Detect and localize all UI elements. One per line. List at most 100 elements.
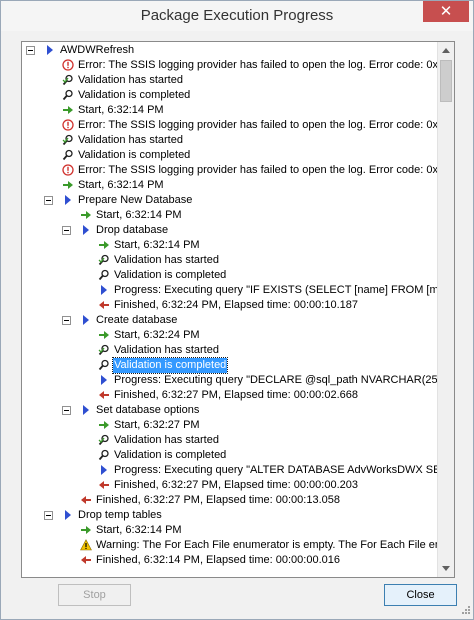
- error-icon: [62, 164, 74, 176]
- finished-arrow-icon: [98, 389, 110, 401]
- tree-row[interactable]: Validation has started: [22, 433, 438, 448]
- tree-row[interactable]: Validation is completed: [22, 448, 438, 463]
- tree-row[interactable]: Validation has started: [22, 73, 438, 88]
- finished-arrow-icon: [98, 299, 110, 311]
- tree-row[interactable]: Validation has started: [22, 343, 438, 358]
- task-arrow-icon: [80, 314, 92, 326]
- tree-row[interactable]: Progress: Executing query "IF EXISTS (SE…: [22, 283, 438, 298]
- warning-icon: [80, 539, 92, 551]
- tree-row[interactable]: Start, 6:32:27 PM: [22, 418, 438, 433]
- tree-row[interactable]: Start, 6:32:14 PM: [22, 208, 438, 223]
- tree-row[interactable]: Create database: [22, 313, 438, 328]
- tree-row[interactable]: Start, 6:32:14 PM: [22, 238, 438, 253]
- resize-grip-icon[interactable]: [459, 605, 471, 617]
- tree-row-label: Progress: Executing query "DECLARE @sql_…: [114, 374, 438, 386]
- validation-start-icon: [98, 434, 110, 446]
- tree-row-label: Progress: Executing query "ALTER DATABAS…: [114, 464, 438, 476]
- tree-row[interactable]: Warning: The For Each File enumerator is…: [22, 538, 438, 553]
- tree-row[interactable]: Validation has started: [22, 253, 438, 268]
- collapse-toggle-icon[interactable]: [44, 511, 53, 520]
- tree-row[interactable]: Drop database: [22, 223, 438, 238]
- tree-row[interactable]: Prepare New Database: [22, 193, 438, 208]
- start-arrow-icon: [62, 179, 74, 191]
- tree-row[interactable]: Error: The SSIS logging provider has fai…: [22, 118, 438, 133]
- tree-row-label: Drop database: [96, 224, 169, 236]
- tree-row-label: Validation has started: [78, 134, 183, 146]
- start-arrow-icon: [98, 329, 110, 341]
- validation-complete-icon: [98, 269, 110, 281]
- tree-row-label: Validation is completed: [114, 269, 227, 281]
- tree-row[interactable]: Set database options: [22, 403, 438, 418]
- window-close-button[interactable]: ✕: [423, 1, 469, 22]
- collapse-toggle-icon[interactable]: [62, 316, 71, 325]
- tree-row[interactable]: Validation is completed: [22, 88, 438, 103]
- error-icon: [62, 59, 74, 71]
- collapse-toggle-icon[interactable]: [62, 226, 71, 235]
- tree-row-label: Validation is completed: [114, 449, 227, 461]
- tree-row[interactable]: Validation has started: [22, 133, 438, 148]
- tree-row[interactable]: Drop temp tables: [22, 508, 438, 523]
- title-bar: Package Execution Progress ✕: [1, 1, 473, 31]
- tree-row[interactable]: Finished, 6:32:27 PM, Elapsed time: 00:0…: [22, 493, 438, 508]
- finished-arrow-icon: [80, 494, 92, 506]
- tree-row-label: Validation has started: [114, 254, 219, 266]
- tree-row[interactable]: Error: The SSIS logging provider has fai…: [22, 58, 438, 73]
- finished-arrow-icon: [98, 479, 110, 491]
- package-arrow-icon: [44, 44, 56, 56]
- tree-row-label: Validation is completed: [78, 149, 191, 161]
- validation-complete-icon: [62, 149, 74, 161]
- tree-row-label: Start, 6:32:14 PM: [78, 104, 164, 116]
- window-title: Package Execution Progress: [140, 7, 334, 24]
- stop-button[interactable]: Stop: [58, 584, 131, 606]
- tree-row[interactable]: Validation is completed: [22, 268, 438, 283]
- tree-row[interactable]: Error: The SSIS logging provider has fai…: [22, 163, 438, 178]
- tree-row[interactable]: Finished, 6:32:14 PM, Elapsed time: 00:0…: [22, 553, 438, 568]
- start-arrow-icon: [80, 524, 92, 536]
- close-button[interactable]: Close: [384, 584, 457, 606]
- start-arrow-icon: [98, 239, 110, 251]
- validation-complete-icon: [98, 449, 110, 461]
- tree-row-label: Validation is completed: [78, 89, 191, 101]
- tree-row[interactable]: Finished, 6:32:24 PM, Elapsed time: 00:0…: [22, 298, 438, 313]
- tree-row-label: Finished, 6:32:14 PM, Elapsed time: 00:0…: [96, 554, 340, 566]
- validation-start-icon: [62, 74, 74, 86]
- collapse-toggle-icon[interactable]: [26, 46, 35, 55]
- tree-row-label: Start, 6:32:14 PM: [78, 179, 164, 191]
- tree-row[interactable]: Start, 6:32:14 PM: [22, 523, 438, 538]
- task-arrow-icon: [80, 224, 92, 236]
- tree-row[interactable]: Validation is completed: [22, 357, 438, 374]
- tree-row[interactable]: Progress: Executing query "DECLARE @sql_…: [22, 373, 438, 388]
- tree-row[interactable]: Start, 6:32:24 PM: [22, 328, 438, 343]
- tree-row-label: Finished, 6:32:27 PM, Elapsed time: 00:0…: [114, 389, 358, 401]
- start-arrow-icon: [98, 419, 110, 431]
- tree-row[interactable]: Start, 6:32:14 PM: [22, 103, 438, 118]
- tree-row-label: Start, 6:32:14 PM: [114, 239, 200, 251]
- tree-row-label: Finished, 6:32:27 PM, Elapsed time: 00:0…: [114, 479, 358, 491]
- scroll-up-arrow-icon[interactable]: [438, 42, 454, 59]
- progress-tree-view[interactable]: AWDWRefresh Error: The SSIS logging provi…: [21, 41, 455, 578]
- tree-row-label: Set database options: [96, 404, 200, 416]
- tree-row-label: Create database: [96, 314, 178, 326]
- scroll-down-arrow-icon[interactable]: [438, 560, 454, 577]
- tree-row[interactable]: Progress: Executing query "ALTER DATABAS…: [22, 463, 438, 478]
- vertical-scrollbar[interactable]: [437, 42, 454, 577]
- tree-row[interactable]: Finished, 6:32:27 PM, Elapsed time: 00:0…: [22, 478, 438, 493]
- tree-row[interactable]: AWDWRefresh: [22, 43, 438, 58]
- tree-row[interactable]: Start, 6:32:14 PM: [22, 178, 438, 193]
- tree-row-label: Validation has started: [78, 74, 183, 86]
- scrollbar-thumb[interactable]: [440, 60, 452, 102]
- tree-row-label: Prepare New Database: [78, 194, 193, 206]
- tree-row-label: Warning: The For Each File enumerator is…: [96, 539, 438, 551]
- tree-row-label: Start, 6:32:27 PM: [114, 419, 200, 431]
- collapse-toggle-icon[interactable]: [62, 406, 71, 415]
- task-arrow-icon: [62, 509, 74, 521]
- tree-row-label: Validation is completed: [111, 357, 229, 374]
- tree-row-label: Start, 6:32:14 PM: [96, 209, 182, 221]
- progress-arrow-icon: [98, 374, 110, 386]
- tree-row[interactable]: Validation is completed: [22, 148, 438, 163]
- finished-arrow-icon: [80, 554, 92, 566]
- task-arrow-icon: [80, 404, 92, 416]
- collapse-toggle-icon[interactable]: [44, 196, 53, 205]
- error-icon: [62, 119, 74, 131]
- tree-row[interactable]: Finished, 6:32:27 PM, Elapsed time: 00:0…: [22, 388, 438, 403]
